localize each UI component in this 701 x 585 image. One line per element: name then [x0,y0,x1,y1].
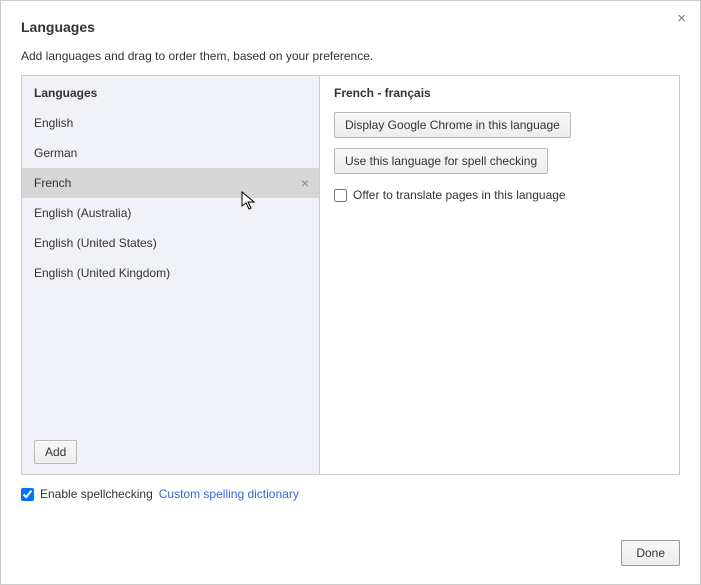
language-details-pane: French - français Display Google Chrome … [320,76,679,474]
language-item-label: English (United Kingdom) [34,266,170,280]
custom-dictionary-link[interactable]: Custom spelling dictionary [159,487,299,501]
remove-language-icon[interactable]: × [301,176,309,190]
add-language-button[interactable]: Add [34,440,77,464]
spellcheck-row: Enable spellchecking Custom spelling dic… [21,487,680,501]
language-item[interactable]: English (Australia) [22,198,319,228]
language-item-label: French [34,176,71,190]
done-button[interactable]: Done [621,540,680,566]
language-item[interactable]: English (United States) [22,228,319,258]
dialog-title: Languages [21,19,680,35]
content-box: Languages English German French × English (A… [21,75,680,475]
spell-check-language-button[interactable]: Use this language for spell checking [334,148,548,174]
language-item-label: German [34,146,77,160]
done-row: Done [621,540,680,566]
offer-translate-row[interactable]: Offer to translate pages in this languag… [334,188,665,202]
language-item-label: English (Australia) [34,206,131,220]
language-item-label: English (United States) [34,236,157,250]
language-item[interactable]: English (United Kingdom) [22,258,319,288]
language-item[interactable]: German [22,138,319,168]
selected-language-title: French - français [334,86,665,100]
enable-spellcheck-label: Enable spellchecking [40,487,153,501]
languages-dialog: × Languages Add languages and drag to or… [1,1,700,584]
add-button-row: Add [22,430,319,474]
language-item[interactable]: English [22,108,319,138]
display-chrome-language-button[interactable]: Display Google Chrome in this language [334,112,571,138]
languages-list-header: Languages [22,76,319,108]
dialog-subtitle: Add languages and drag to order them, ba… [21,49,680,63]
language-item-label: English [34,116,73,130]
languages-list: English German French × English (Australia) E… [22,108,319,430]
enable-spellcheck-checkbox[interactable] [21,488,34,501]
offer-translate-checkbox[interactable] [334,189,347,202]
language-item[interactable]: French × [22,168,319,198]
close-icon[interactable]: × [677,11,686,26]
offer-translate-label: Offer to translate pages in this languag… [353,188,566,202]
languages-list-pane: Languages English German French × English (A… [22,76,320,474]
